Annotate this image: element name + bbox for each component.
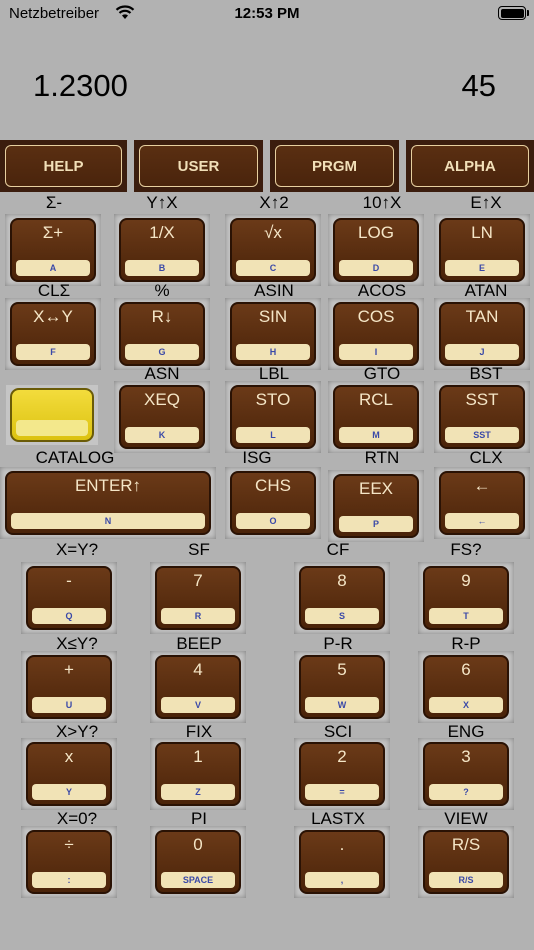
shift-label: 10↑X <box>362 193 402 212</box>
sigma-plus-key[interactable]: Σ+ A <box>5 214 101 286</box>
alpha-button[interactable]: ALPHA <box>406 140 534 192</box>
shift-label: CLX <box>469 448 503 467</box>
digit-1-key[interactable]: 1Z <box>150 738 246 810</box>
ln-key[interactable]: LN E <box>434 214 530 286</box>
roll-down-key[interactable]: R↓ G <box>114 298 210 370</box>
tan-key[interactable]: TAN J <box>434 298 530 370</box>
display-right-value: 45 <box>461 68 496 103</box>
digit-0-key[interactable]: 0 SPACE <box>150 826 246 898</box>
battery-icon <box>498 6 529 20</box>
plus-key[interactable]: + U <box>21 651 117 723</box>
cos-key[interactable]: COS I <box>328 298 424 370</box>
shift-label: ISG <box>242 448 272 467</box>
digit-6-key[interactable]: 6X <box>418 651 514 723</box>
shift-label: Σ- <box>45 193 63 212</box>
eex-key[interactable]: EEX P <box>328 470 424 542</box>
shift-label: CATALOG <box>35 448 115 467</box>
status-bar: Netzbetreiber 12:53 PM <box>0 0 534 30</box>
digit-3-key[interactable]: 3? <box>418 738 514 810</box>
shift-label: CF <box>326 540 350 559</box>
divide-key[interactable]: ÷: <box>21 826 117 898</box>
digit-4-key[interactable]: 4V <box>150 651 246 723</box>
shift-label: RTN <box>364 448 400 467</box>
user-button[interactable]: USER <box>134 140 263 192</box>
shift-label: E↑X <box>470 193 502 212</box>
sto-key[interactable]: STO L <box>225 381 321 453</box>
help-button[interactable]: HELP <box>0 140 127 192</box>
backspace-key[interactable]: ← ← <box>434 467 530 539</box>
enter-key[interactable]: ENTER↑ N <box>0 467 216 539</box>
log-key[interactable]: LOG D <box>328 214 424 286</box>
digit-9-key[interactable]: 9T <box>418 562 514 634</box>
decimal-point-key[interactable]: ., <box>294 826 390 898</box>
chs-key[interactable]: CHS O <box>225 467 321 539</box>
prgm-button[interactable]: PRGM <box>270 140 399 192</box>
reciprocal-key[interactable]: 1/X B <box>114 214 210 286</box>
status-time: 12:53 PM <box>234 5 300 22</box>
digit-8-key[interactable]: 8S <box>294 562 390 634</box>
square-root-key[interactable]: √x C <box>225 214 321 286</box>
shift-label: SF <box>188 540 210 559</box>
sin-key[interactable]: SIN H <box>225 298 321 370</box>
display-x-register: 1.2300 <box>33 68 128 103</box>
digit-7-key[interactable]: 7R <box>150 562 246 634</box>
shift-label: X=Y? <box>55 540 99 559</box>
shift-label: FS? <box>450 540 482 559</box>
run-stop-key[interactable]: R/S R/S <box>418 826 514 898</box>
digit-2-key[interactable]: 2 = <box>294 738 390 810</box>
minus-key[interactable]: -Q <box>21 562 117 634</box>
sst-key[interactable]: SST SST <box>434 381 530 453</box>
shift-label: X↑2 <box>259 193 289 212</box>
swap-xy-key[interactable]: X↔Y F <box>5 298 101 370</box>
shift-label: Y↑X <box>146 193 178 212</box>
xeq-key[interactable]: XEQ K <box>114 381 210 453</box>
digit-5-key[interactable]: 5W <box>294 651 390 723</box>
multiply-key[interactable]: xY <box>21 738 117 810</box>
shift-key[interactable] <box>6 385 98 445</box>
rcl-key[interactable]: RCL M <box>328 381 424 453</box>
